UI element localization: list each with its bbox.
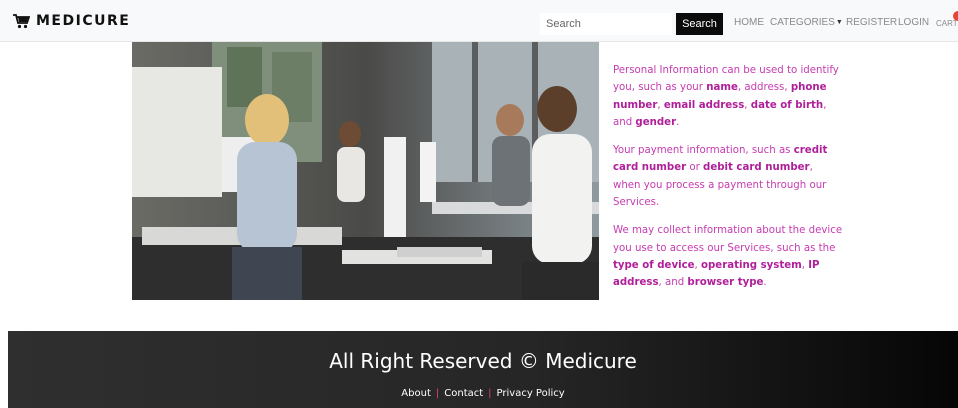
info-text: , address, — [737, 82, 791, 94]
navbar: MEDICURE Search HOME CATEGORIES▼ REGISTE… — [0, 0, 958, 42]
footer-link-contact[interactable]: Contact — [444, 388, 483, 399]
info-paragraph: Your payment information, such as credit… — [613, 142, 843, 211]
info-text: . — [676, 116, 680, 128]
call-center-image — [132, 42, 599, 300]
nav-login[interactable]: LOGIN — [898, 17, 929, 28]
nav-register[interactable]: REGISTER — [846, 17, 897, 28]
cart-count-badge — [953, 11, 958, 21]
info-text: We may collect information about the dev… — [613, 225, 843, 254]
footer-links: About | Contact | Privacy Policy — [8, 388, 958, 399]
info-paragraph: Personal Information can be used to iden… — [613, 62, 843, 131]
search-button[interactable]: Search — [676, 13, 723, 35]
nav-categories-dropdown[interactable]: CATEGORIES▼ — [770, 17, 843, 28]
info-highlight: operating system — [701, 259, 802, 271]
info-text: Your payment information, such as — [613, 145, 794, 157]
nav-home[interactable]: HOME — [734, 17, 764, 28]
info-highlight: email address — [663, 99, 745, 111]
footer: All Right Reserved © Medicure About | Cont… — [8, 331, 958, 408]
info-highlight: debit card number — [703, 162, 810, 174]
brand[interactable]: MEDICURE — [12, 13, 130, 29]
info-text: or — [686, 162, 704, 174]
brand-name: MEDICURE — [36, 13, 131, 29]
nav-categories-label: CATEGORIES — [770, 17, 835, 28]
footer-link-about[interactable]: About — [401, 388, 431, 399]
info-highlight: browser type — [687, 277, 764, 289]
info-highlight: name — [706, 82, 738, 94]
info-paragraph: We may collect information about the dev… — [613, 222, 843, 291]
footer-separator: | — [488, 388, 492, 399]
caret-down-icon: ▼ — [835, 19, 843, 26]
nav-cart[interactable]: CART — [936, 19, 958, 28]
footer-separator: | — [435, 388, 440, 399]
search-input[interactable] — [540, 13, 672, 35]
footer-title: All Right Reserved © Medicure — [329, 349, 637, 373]
footer-link-privacy-policy[interactable]: Privacy Policy — [497, 388, 565, 399]
info-text: . — [763, 277, 767, 289]
shopping-cart-icon — [13, 14, 30, 29]
info-highlight: date of birth — [750, 99, 824, 111]
info-highlight: gender — [635, 116, 677, 128]
info-highlight: type of device — [613, 259, 695, 271]
info-text: , and — [658, 277, 688, 289]
privacy-info-text: Personal Information can be used to iden… — [613, 62, 843, 303]
